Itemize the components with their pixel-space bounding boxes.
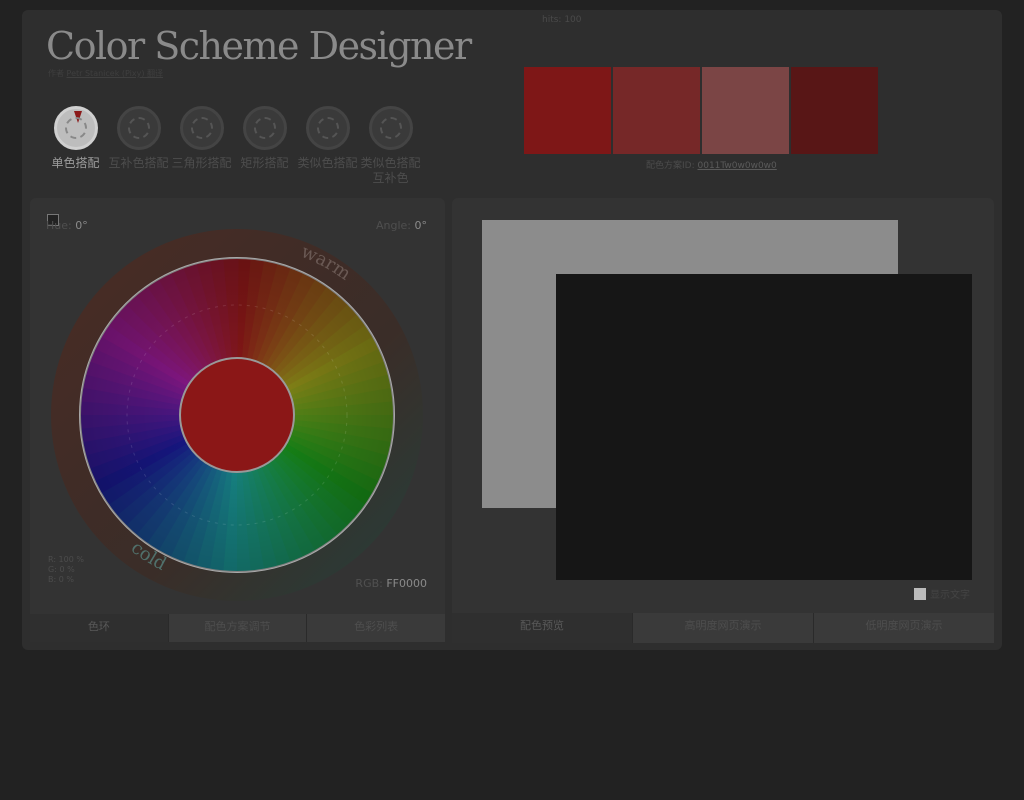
palette-swatch[interactable] xyxy=(702,67,789,154)
byline: 作者 Petr Stanicek (Pixy) 翻译 xyxy=(48,68,163,79)
palette-swatch[interactable] xyxy=(524,67,611,154)
scheme-wheel-icon xyxy=(368,106,413,150)
color-wheel-area: Hue: 0° Angle: 0° warm cold R: 100 % G: … xyxy=(30,198,445,614)
scheme-type-5[interactable]: 类似色搭配互补色 xyxy=(359,104,422,186)
scheme-id-link[interactable]: 0011Tw0w0w0w0 xyxy=(698,161,777,171)
palette-swatch[interactable] xyxy=(791,67,878,154)
preview-panel: 显示文字 配色预览 高明度网页演示 低明度网页演示 xyxy=(452,198,994,643)
tab-color-list[interactable]: 色彩列表 xyxy=(306,614,446,642)
scheme-id-label: 配色方案ID: xyxy=(646,161,695,171)
scheme-type-4[interactable]: 类似色搭配 xyxy=(296,104,359,186)
scheme-type-label: 互补色搭配 xyxy=(108,156,169,170)
scheme-wheel-icon xyxy=(116,106,161,150)
scheme-type-label: 单色搭配 xyxy=(51,156,100,170)
scheme-wheel-icon xyxy=(53,106,98,150)
palette-swatch[interactable] xyxy=(613,67,700,154)
rgb-label: RGB: xyxy=(355,577,383,590)
palette-swatches xyxy=(524,67,878,154)
scheme-marker-icon xyxy=(73,111,82,123)
byline-author-link[interactable]: Petr Stanicek (Pixy) 翻译 xyxy=(67,69,163,78)
rgb-readout: RGB: FF0000 xyxy=(355,577,427,590)
selected-color-center xyxy=(179,357,295,473)
scheme-id: 配色方案ID: 0011Tw0w0w0w0 xyxy=(646,158,777,171)
wheel-tabs: 色环 配色方案调节 色彩列表 xyxy=(30,614,446,642)
scheme-type-0[interactable]: 单色搭配 xyxy=(44,104,107,186)
show-text-checkbox[interactable] xyxy=(914,587,926,600)
tab-dark-web-demo[interactable]: 低明度网页演示 xyxy=(813,613,994,643)
b-percent: B: 0 % xyxy=(48,575,74,584)
scheme-type-selector: 单色搭配 互补色搭配 三角形搭配 矩形搭配 类似色搭配 类似色搭配互补色 xyxy=(44,104,422,186)
scheme-type-label: 类似色搭配互补色 xyxy=(360,156,421,185)
scheme-type-label: 类似色搭配 xyxy=(297,156,358,170)
preview-dark-block xyxy=(556,274,972,580)
app-container: hits: 100 Color Scheme Designer 作者 Petr … xyxy=(22,10,1002,650)
scheme-wheel-icon xyxy=(179,106,224,150)
scheme-type-2[interactable]: 三角形搭配 xyxy=(170,104,233,186)
scheme-wheel-icon xyxy=(242,106,287,150)
scheme-type-1[interactable]: 互补色搭配 xyxy=(107,104,170,186)
r-percent: R: 100 % xyxy=(48,555,84,564)
preview-tabs: 配色预览 高明度网页演示 低明度网页演示 xyxy=(452,613,994,643)
app-title: Color Scheme Designer xyxy=(46,24,472,68)
rgb-percentages: R: 100 % G: 0 % B: 0 % xyxy=(48,555,84,585)
hits-counter: hits: 100 xyxy=(542,15,582,25)
show-text-label: 显示文字 xyxy=(930,590,970,601)
tab-light-web-demo[interactable]: 高明度网页演示 xyxy=(632,613,813,643)
tab-color-wheel[interactable]: 色环 xyxy=(30,614,168,642)
scheme-wheel-icon xyxy=(305,106,350,150)
scheme-type-3[interactable]: 矩形搭配 xyxy=(233,104,296,186)
show-text-option[interactable]: 显示文字 xyxy=(914,586,970,601)
tab-color-preview[interactable]: 配色预览 xyxy=(452,613,632,643)
scheme-type-label: 矩形搭配 xyxy=(240,156,289,170)
rgb-value: FF0000 xyxy=(386,577,427,590)
color-wheel[interactable]: warm cold xyxy=(30,198,445,614)
byline-prefix: 作者 xyxy=(48,69,64,78)
g-percent: G: 0 % xyxy=(48,565,75,574)
scheme-type-label: 三角形搭配 xyxy=(171,156,232,170)
color-wheel-panel: Hue: 0° Angle: 0° warm cold R: 100 % G: … xyxy=(30,198,446,642)
tab-scheme-adjust[interactable]: 配色方案调节 xyxy=(167,614,307,642)
